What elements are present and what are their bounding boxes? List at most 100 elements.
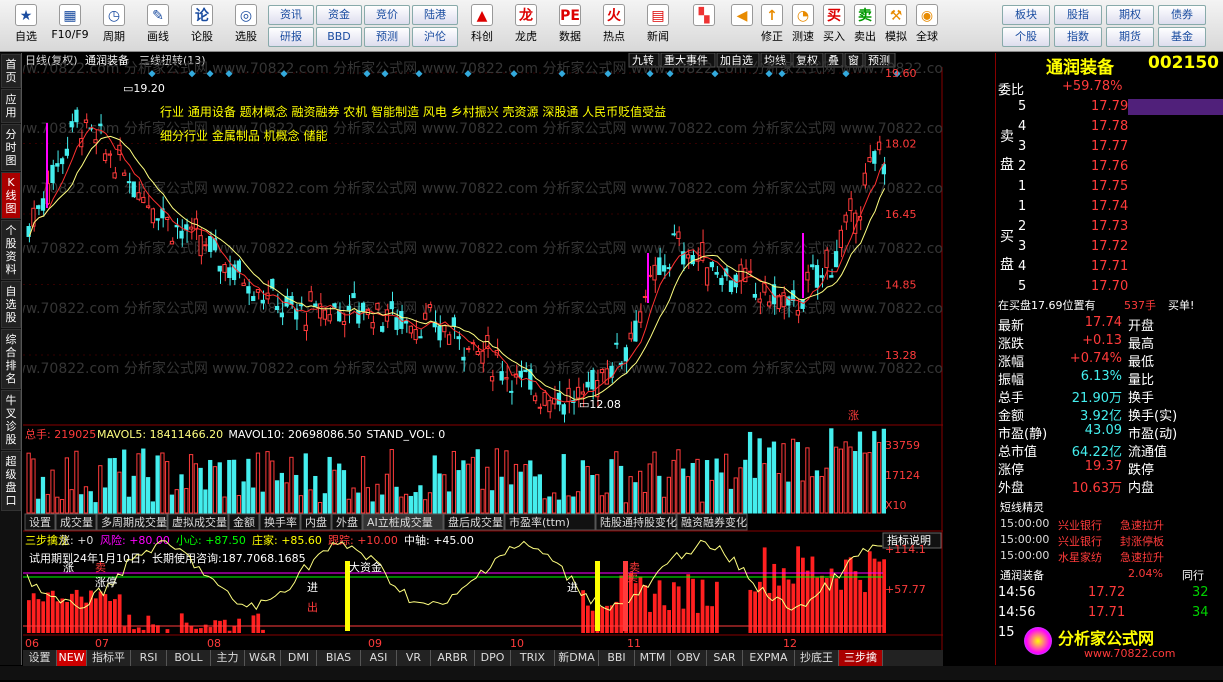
volume-bar	[604, 492, 609, 514]
sell-level-price[interactable]: 17.78	[1091, 119, 1128, 134]
sidebar-item-6[interactable]: 综合排名	[1, 329, 21, 389]
sidebar-item-1[interactable]: 应用	[1, 89, 21, 123]
volume-bar	[824, 467, 829, 514]
toolbar-button3-3[interactable]: 卖卖出	[849, 2, 881, 50]
toolbar-button-1[interactable]: ▦ F10/F9	[50, 2, 90, 50]
kline-chart[interactable]: 日线(复权)通润装备三线扭转(13)九转重大事件加自选均线复权叠窗预测www.7…	[23, 53, 943, 665]
buy-level-price[interactable]: 17.74	[1091, 199, 1128, 214]
toolbar-button-0[interactable]: ★ 自选	[6, 2, 46, 50]
bottom-tab-15[interactable]: BBI	[599, 650, 635, 666]
toolbar-right-button[interactable]: 个股	[1002, 27, 1050, 47]
volume-bar	[781, 443, 786, 514]
sidebar-item-3[interactable]: K线图	[1, 172, 21, 219]
volume-bar	[857, 431, 863, 514]
sell-level-price[interactable]: 17.76	[1091, 159, 1128, 174]
toolbar-right-button[interactable]: 期权	[1106, 5, 1154, 25]
buy-level-price[interactable]: 17.71	[1091, 259, 1128, 274]
buy-level-price[interactable]: 17.73	[1091, 219, 1128, 234]
bottom-tab-13[interactable]: TRIX	[511, 650, 555, 666]
bottom-tab-0[interactable]: 设置	[23, 650, 57, 666]
buy-level-num: 1	[1018, 199, 1027, 214]
bottom-tab-8[interactable]: BIAS	[317, 650, 361, 666]
sidebar-item-2[interactable]: 分时图	[1, 124, 21, 171]
indicator-bar	[141, 629, 146, 633]
bottom-tab-9[interactable]: ASI	[361, 650, 397, 666]
sell-level-price[interactable]: 17.75	[1091, 179, 1128, 194]
color-blocks-button[interactable]: ▚	[684, 2, 724, 50]
toolbar-small-button[interactable]: 竞价	[364, 5, 410, 25]
toolbar-right-button[interactable]: 期货	[1106, 27, 1154, 47]
tick-time: 15	[998, 625, 1015, 640]
toolbar-button-4[interactable]: 论论股	[182, 2, 222, 50]
toolbar-button3-4[interactable]: ⚒ 模拟	[880, 2, 912, 50]
toolbar-small-button[interactable]: 资讯	[268, 5, 314, 25]
sidebar-item-4[interactable]: 个股资料	[1, 220, 21, 280]
toolbar-small-button[interactable]: BBD	[316, 27, 362, 47]
sell-level-price[interactable]: 17.77	[1091, 139, 1128, 154]
short-stock[interactable]: 兴业银行	[1058, 517, 1102, 533]
sidebar-item-7[interactable]: 牛叉诊股	[1, 390, 21, 450]
bottom-tab-12[interactable]: DPO	[475, 650, 511, 666]
bottom-tab-19[interactable]: EXPMA	[743, 650, 795, 666]
toolbar-button2-1[interactable]: 龙龙虎	[506, 2, 546, 50]
quote-title: 通润装备	[1046, 58, 1114, 78]
vol-tab-label: 设置	[29, 516, 51, 529]
short-time: 15:00:00	[1000, 549, 1050, 562]
volume-bar	[561, 454, 566, 514]
bottom-tab-6[interactable]: W&R	[245, 650, 281, 666]
toolbar-right-button[interactable]: 股指	[1054, 5, 1102, 25]
bottom-tab-21[interactable]: 三步擒龙	[839, 650, 883, 680]
buy-level-price[interactable]: 17.70	[1091, 279, 1128, 294]
toolbar-button3-2[interactable]: 买买入	[818, 2, 850, 50]
bottom-tab-18[interactable]: SAR	[707, 650, 743, 666]
toolbar-button-2[interactable]: ◷ 周期	[94, 2, 134, 50]
toolbar-right-button[interactable]: 债券	[1158, 5, 1206, 25]
short-title[interactable]: 短线精灵	[1000, 499, 1044, 515]
bottom-tab-1[interactable]: NEW	[57, 650, 87, 666]
bottom-tab-5[interactable]: 主力	[211, 650, 245, 666]
toolbar-button-3[interactable]: ✎ 画线	[138, 2, 178, 50]
toolbar-small-button[interactable]: 研报	[268, 27, 314, 47]
sell-level-price[interactable]: 17.79	[1091, 99, 1128, 114]
sidebar-item-5[interactable]: 自选股	[1, 281, 21, 328]
toolbar-small-button[interactable]: 陆港	[412, 5, 458, 25]
toolbar-button2-0[interactable]: ▲ 科创	[462, 2, 502, 50]
toolbar-right-button[interactable]: 基金	[1158, 27, 1206, 47]
bottom-tab-2[interactable]: 指标平台	[87, 650, 131, 680]
toolbar-button2-2[interactable]: PE 数据	[550, 2, 590, 50]
toolbar-button-5[interactable]: ◎ 选股	[226, 2, 266, 50]
volume-bar	[719, 472, 724, 514]
buy-level-price[interactable]: 17.72	[1091, 239, 1128, 254]
buy-level-num: 4	[1018, 259, 1027, 274]
short-stock[interactable]: 兴业银行	[1058, 533, 1102, 549]
toolbar-button3-5[interactable]: ◉ 全球	[911, 2, 943, 50]
arrow-up-icon: ↑	[761, 4, 783, 26]
toolbar-small-button[interactable]: 沪伦	[412, 27, 458, 47]
bottom-tab-peer[interactable]: 同行	[1182, 567, 1204, 583]
bottom-tab-4[interactable]: BOLL	[167, 650, 211, 666]
bottom-tab-10[interactable]: VR	[397, 650, 431, 666]
toolbar-right-button[interactable]: 指数	[1054, 27, 1102, 47]
sidebar-item-0[interactable]: 首页	[1, 54, 21, 88]
bottom-tab-11[interactable]: ARBR	[431, 650, 475, 666]
toolbar-button2-4[interactable]: ▤ 新闻	[638, 2, 678, 50]
concept-line-2: 细分行业 金属制品 机概念 储能	[160, 128, 327, 143]
volume-bar	[126, 496, 132, 514]
toolbar-button3-0[interactable]: ↑ 修正	[756, 2, 788, 50]
toolbar-button2-3[interactable]: 火热点	[594, 2, 634, 50]
bottom-tab-3[interactable]: RSI	[131, 650, 167, 666]
volume-bar	[418, 485, 423, 514]
toolbar-button3-1[interactable]: ◔ 测速	[787, 2, 819, 50]
ind-header-5: 跟踪: +10.00	[328, 533, 398, 547]
sidebar-item-8[interactable]: 超级盘口	[1, 451, 21, 511]
bottom-tab-20[interactable]: 抄底王牌	[795, 650, 839, 680]
toolbar-right-button[interactable]: 板块	[1002, 5, 1050, 25]
bottom-tab-7[interactable]: DMI	[281, 650, 317, 666]
toolbar-small-button[interactable]: 预测	[364, 27, 410, 47]
bottom-tab-16[interactable]: MTM	[635, 650, 671, 666]
bottom-tab-17[interactable]: OBV	[671, 650, 707, 666]
toolbar-small-button[interactable]: 资金	[316, 5, 362, 25]
bottom-tab-14[interactable]: 新DMA	[555, 650, 599, 666]
short-stock[interactable]: 水星家纺	[1058, 549, 1102, 565]
volume-bar	[509, 484, 514, 514]
